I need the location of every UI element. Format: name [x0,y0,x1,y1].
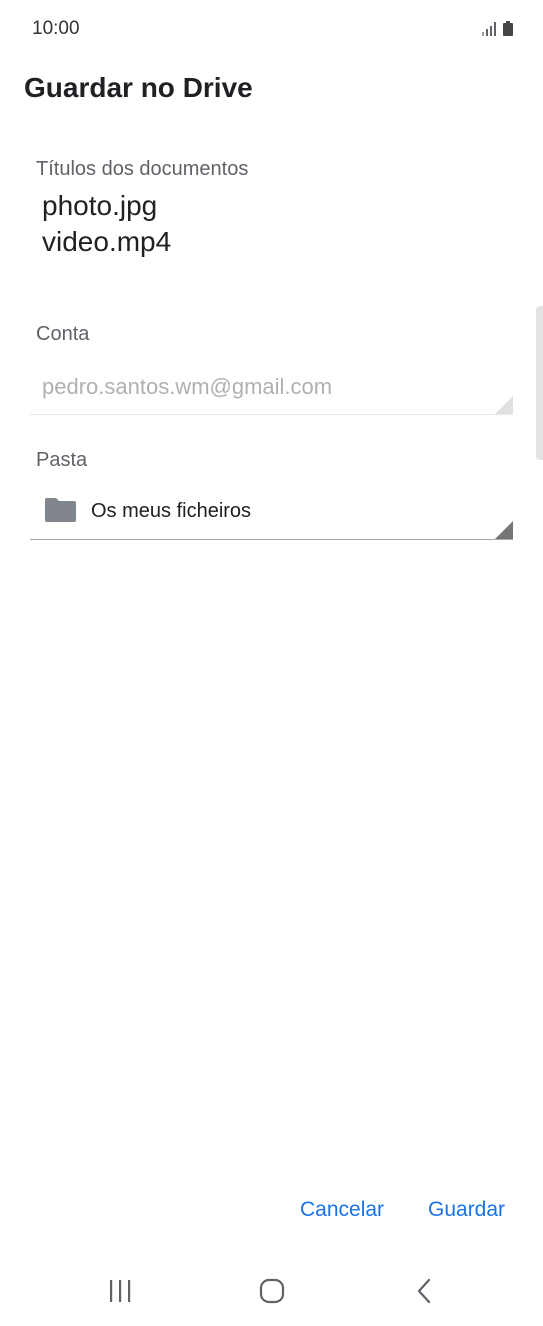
document-title[interactable]: photo.jpg [42,188,502,224]
battery-icon [503,21,513,36]
navigation-bar [0,1258,543,1326]
account-value: pedro.santos.wm@gmail.com [42,374,333,399]
folder-value: Os meus ficheiros [91,500,252,522]
status-time: 10:00 [32,18,80,39]
folder-icon [45,498,76,522]
document-titles: photo.jpg video.mp4 [42,188,502,260]
cancel-button[interactable]: Cancelar [300,1196,384,1224]
page-title: Guardar no Drive [24,72,253,103]
folder-label: Pasta [36,449,88,471]
document-title[interactable]: video.mp4 [42,224,502,260]
home-button[interactable] [252,1274,292,1308]
save-to-drive-screen: 10:00 Guardar no Drive Títulos dos docum… [0,0,543,1326]
recents-icon [110,1280,131,1302]
documents-label: Títulos dos documentos [36,158,249,180]
save-button[interactable]: Guardar [428,1196,505,1224]
recents-button[interactable] [100,1274,140,1308]
dropdown-corner-icon [495,521,513,539]
account-label: Conta [36,323,90,345]
status-icons [481,20,513,36]
folder-dropdown[interactable]: Os meus ficheiros [30,493,513,540]
dropdown-corner-icon [495,396,513,414]
back-icon [417,1278,431,1304]
account-dropdown[interactable]: pedro.santos.wm@gmail.com [30,368,513,415]
signal-icon [482,22,496,36]
home-icon [259,1278,285,1304]
edge-panel-handle[interactable] [536,306,543,460]
back-button[interactable] [404,1274,444,1308]
status-bar: 10:00 [0,0,543,56]
